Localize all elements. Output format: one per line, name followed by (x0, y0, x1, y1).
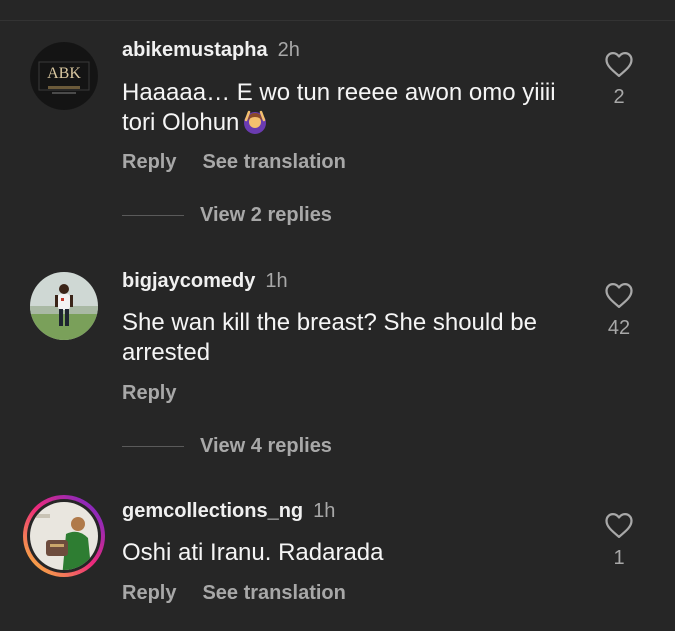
story-ring-avatar-icon (23, 495, 105, 577)
view-replies-label[interactable]: View 4 replies (200, 435, 332, 457)
like-count: 1 (613, 547, 625, 569)
heart-icon[interactable] (604, 281, 634, 309)
reply-button[interactable]: Reply (122, 382, 176, 404)
like-count: 42 (607, 317, 631, 339)
comment-actions: Reply See translation (122, 582, 372, 605)
timestamp: 1h (313, 500, 336, 522)
replies-divider (122, 215, 184, 217)
avatar[interactable]: ABK (30, 42, 98, 110)
username-text[interactable]: bigjaycomedy (122, 270, 255, 292)
username-text[interactable]: abikemustapha (122, 39, 268, 61)
person-photo-icon (30, 272, 98, 340)
see-translation-button[interactable]: See translation (202, 582, 345, 604)
comment-actions: Reply (122, 382, 202, 405)
view-replies-button[interactable]: View 4 replies (122, 435, 332, 458)
view-replies-label[interactable]: View 2 replies (200, 204, 332, 226)
abk-logo-icon: ABK (30, 42, 98, 110)
timestamp: 1h (265, 270, 288, 292)
comment-body: She wan kill the breast? She should be a… (122, 309, 537, 366)
view-replies-button[interactable]: View 2 replies (122, 204, 332, 227)
like-control: 1 (596, 511, 642, 570)
avatar[interactable] (22, 494, 106, 578)
heart-icon[interactable] (604, 50, 634, 78)
woman-raising-hands-emoji-icon (243, 108, 267, 134)
reply-button[interactable]: Reply (122, 151, 176, 173)
comment-body: Haaaaa… E wo tun reeee awon omo yiiii to… (122, 79, 556, 136)
timestamp: 2h (277, 39, 300, 61)
username[interactable]: bigjaycomedy 1h (122, 270, 288, 293)
comment-body: Oshi ati Iranu. Radarada (122, 539, 384, 566)
username[interactable]: gemcollections_ng 1h (122, 500, 335, 523)
replies-divider (122, 446, 184, 448)
comment-actions: Reply See translation (122, 151, 372, 174)
like-count: 2 (613, 86, 625, 108)
reply-button[interactable]: Reply (122, 582, 176, 604)
avatar-brand-text: ABK (47, 65, 81, 82)
avatar[interactable] (30, 272, 98, 340)
username-text[interactable]: gemcollections_ng (122, 500, 303, 522)
username[interactable]: abikemustapha 2h (122, 39, 300, 62)
like-control: 2 (596, 50, 642, 109)
see-translation-button[interactable]: See translation (202, 151, 345, 173)
heart-icon[interactable] (604, 511, 634, 539)
like-control: 42 (596, 281, 642, 340)
top-divider (0, 20, 675, 21)
comment-text: Haaaaa… E wo tun reeee awon omo yiiii to… (122, 78, 582, 138)
